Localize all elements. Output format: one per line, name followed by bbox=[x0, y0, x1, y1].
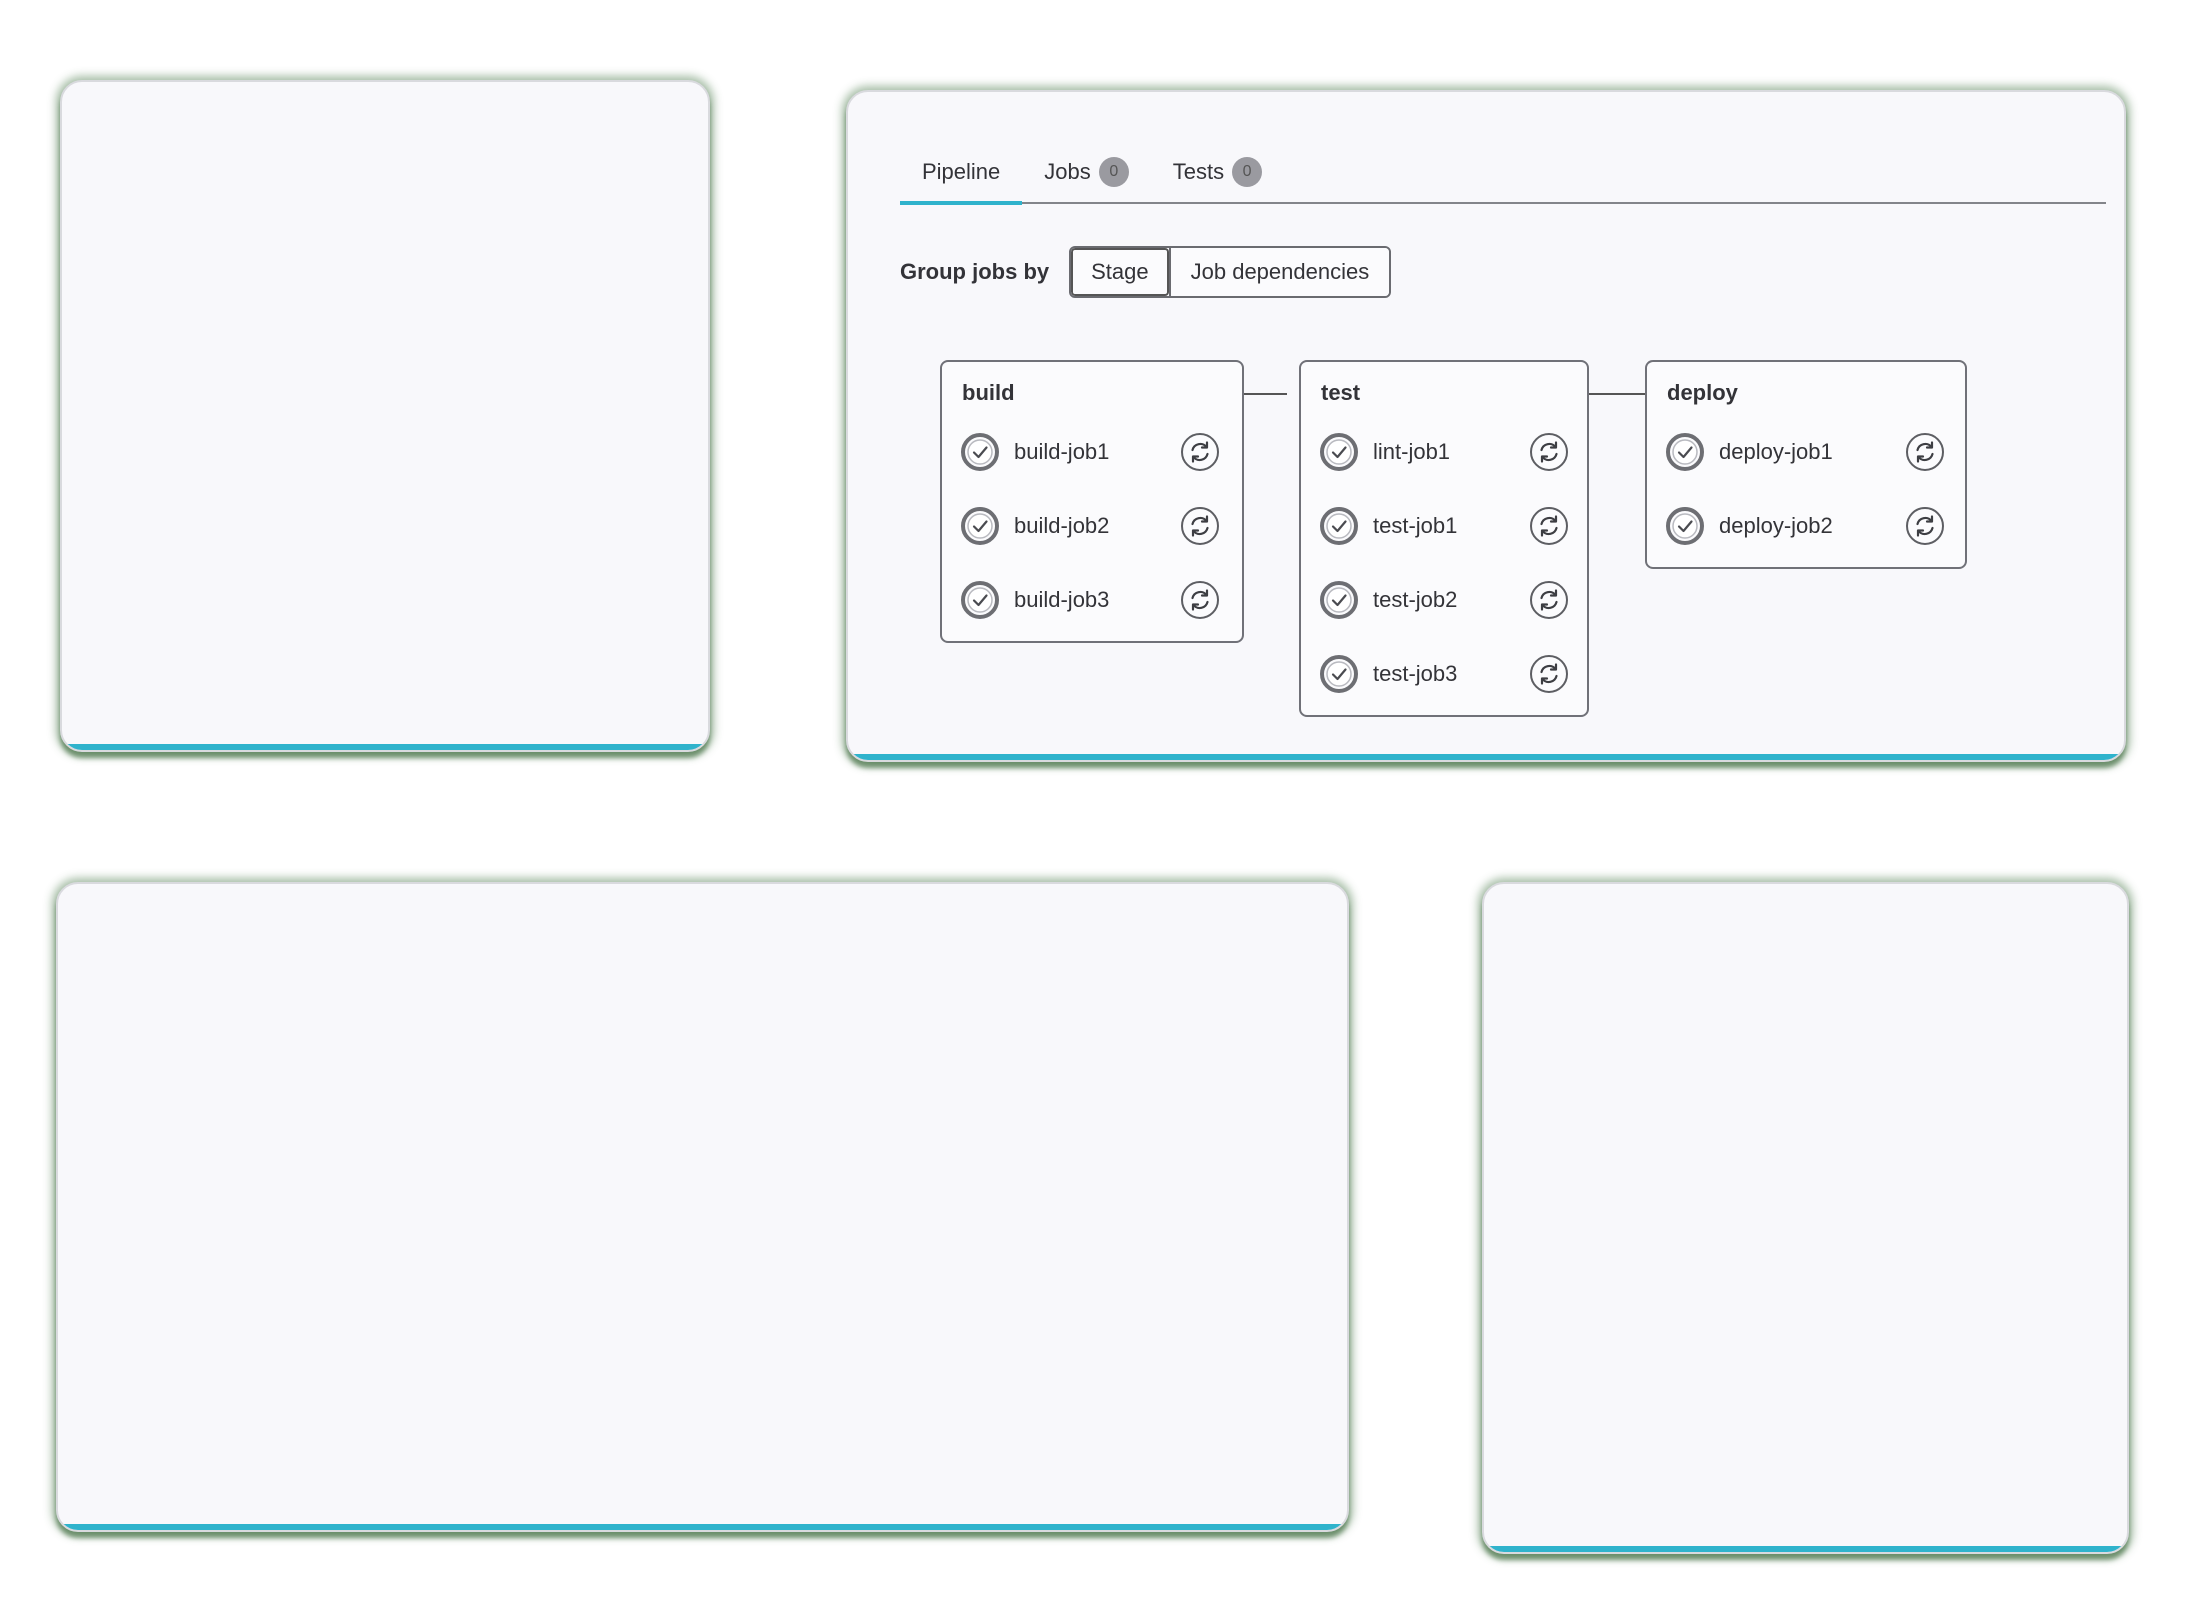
job-name[interactable]: test-job2 bbox=[1373, 587, 1457, 613]
success-check-icon bbox=[1665, 506, 1705, 546]
retry-icon[interactable] bbox=[1180, 580, 1220, 620]
job-item[interactable]: build-job3 bbox=[960, 578, 1109, 622]
group-by-stage-button[interactable]: Stage bbox=[1071, 248, 1169, 296]
job-item[interactable]: test-job1 bbox=[1319, 504, 1457, 548]
tab-jobs[interactable]: Jobs 0 bbox=[1022, 142, 1150, 202]
success-check-icon bbox=[1319, 580, 1359, 620]
success-check-icon bbox=[1319, 654, 1359, 694]
tab-pipeline[interactable]: Pipeline bbox=[900, 142, 1023, 205]
job-item[interactable]: test-job3 bbox=[1319, 652, 1457, 696]
job-name[interactable]: test-job3 bbox=[1373, 661, 1457, 687]
stage-column-deploy: deploy deploy-job1 deploy-job2 bbox=[1645, 360, 1967, 569]
success-check-icon bbox=[1319, 506, 1359, 546]
stage-column-test: test lint-job1 test-job1 test-job2 test-job3 bbox=[1299, 360, 1589, 717]
count-badge: 0 bbox=[1232, 157, 1263, 187]
retry-icon[interactable] bbox=[1529, 580, 1569, 620]
retry-icon[interactable] bbox=[1180, 506, 1220, 546]
count-badge: 0 bbox=[1098, 157, 1129, 187]
empty-panel-bottom-right bbox=[1482, 882, 2129, 1554]
job-item[interactable]: build-job2 bbox=[960, 504, 1109, 548]
retry-icon[interactable] bbox=[1529, 432, 1569, 472]
group-by-label: Group jobs by bbox=[900, 259, 1050, 284]
job-item[interactable]: deploy-job2 bbox=[1665, 504, 1833, 548]
retry-icon[interactable] bbox=[1905, 432, 1945, 472]
job-item[interactable]: deploy-job1 bbox=[1665, 430, 1833, 474]
job-name[interactable]: build-job2 bbox=[1014, 513, 1109, 539]
pipeline-panel: Pipeline Jobs 0 Tests 0 Group jobs by St… bbox=[846, 90, 2126, 762]
group-by-segmented: Stage Job dependencies bbox=[1069, 246, 1392, 298]
stage-title: deploy bbox=[1667, 380, 1738, 405]
success-check-icon bbox=[960, 432, 1000, 472]
group-by-control: Group jobs by Stage Job dependencies bbox=[900, 246, 1392, 298]
job-name[interactable]: build-job3 bbox=[1014, 587, 1109, 613]
success-check-icon bbox=[1665, 432, 1705, 472]
retry-icon[interactable] bbox=[1180, 432, 1220, 472]
success-check-icon bbox=[960, 506, 1000, 546]
stage-column-build: build build-job1 build-job2 build-job3 bbox=[940, 360, 1244, 643]
stage-connector bbox=[1589, 393, 1647, 395]
success-check-icon bbox=[1319, 432, 1359, 472]
tab-label: Jobs bbox=[1044, 159, 1091, 184]
tab-label: Pipeline bbox=[922, 159, 1001, 184]
job-item[interactable]: test-job2 bbox=[1319, 578, 1457, 622]
empty-panel-bottom-left bbox=[56, 882, 1349, 1532]
stage-title: build bbox=[962, 380, 1015, 405]
retry-icon[interactable] bbox=[1529, 506, 1569, 546]
retry-icon[interactable] bbox=[1529, 654, 1569, 694]
retry-icon[interactable] bbox=[1905, 506, 1945, 546]
stage-title: test bbox=[1321, 380, 1361, 405]
job-item[interactable]: lint-job1 bbox=[1319, 430, 1450, 474]
job-item[interactable]: build-job1 bbox=[960, 430, 1109, 474]
success-check-icon bbox=[960, 580, 1000, 620]
job-name[interactable]: deploy-job1 bbox=[1719, 439, 1833, 465]
tab-tests[interactable]: Tests 0 bbox=[1151, 142, 1284, 202]
job-name[interactable]: lint-job1 bbox=[1373, 439, 1450, 465]
job-name[interactable]: build-job1 bbox=[1014, 439, 1109, 465]
group-by-dependencies-button[interactable]: Job dependencies bbox=[1168, 248, 1390, 296]
tab-bar: Pipeline Jobs 0 Tests 0 bbox=[900, 142, 2106, 205]
job-name[interactable]: deploy-job2 bbox=[1719, 513, 1833, 539]
tab-label: Tests bbox=[1172, 159, 1225, 184]
job-name[interactable]: test-job1 bbox=[1373, 513, 1457, 539]
empty-panel-top-left bbox=[60, 80, 710, 752]
